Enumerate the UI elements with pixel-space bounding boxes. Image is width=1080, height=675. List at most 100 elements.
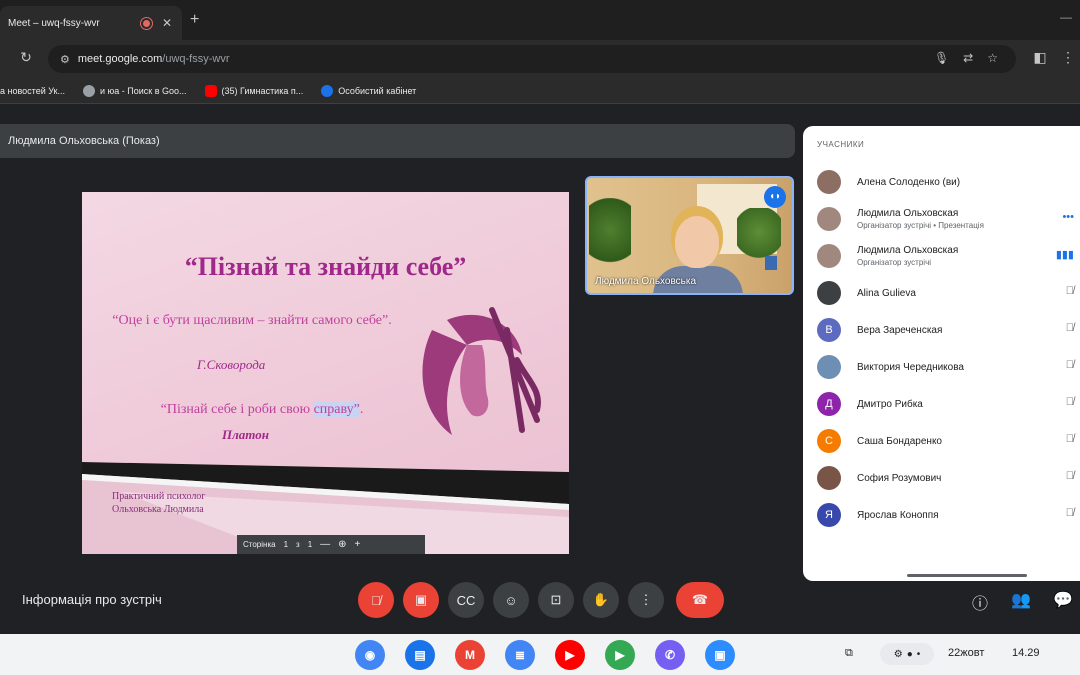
mic-off-button[interactable]: 🎙̸: [358, 582, 394, 618]
hang-up-icon: ☎: [691, 592, 709, 607]
meeting-info-label[interactable]: Інформація про зустріч: [22, 592, 162, 607]
participant-row[interactable]: С Саша Бондаренко 🎙̸: [817, 423, 1080, 459]
pdf-page-sep: з: [296, 540, 300, 549]
reload-icon[interactable]: ↻: [16, 49, 36, 66]
bookmark-item[interactable]: (35) Гимнастика п...: [204, 84, 303, 97]
zoom-in-icon[interactable]: ⊕: [338, 539, 346, 550]
zoom-app-icon[interactable]: ▣: [705, 640, 735, 670]
signature-line-1: Практичний психолог: [112, 491, 206, 502]
participant-row[interactable]: Людмила Ольховская Організатор зустрічі ▮▮…: [817, 238, 1080, 274]
docs-app-icon[interactable]: ≣: [505, 640, 535, 670]
avatar: [817, 466, 841, 490]
translate-icon[interactable]: ⇄: [963, 51, 973, 65]
gmail-app-icon[interactable]: M: [455, 640, 485, 670]
people-icon[interactable]: 👥: [1010, 590, 1032, 610]
camera-off-button[interactable]: ▣: [403, 582, 439, 618]
avatar: С: [817, 429, 841, 453]
url-host: meet.google.com: [77, 53, 163, 65]
participant-text: Дмитро Рибка: [857, 399, 923, 410]
audio-level-icon: ▮▮▮: [1055, 249, 1074, 261]
minimize-icon[interactable]: —: [1060, 10, 1072, 24]
bookmark-label: а новостей Ук...: [0, 85, 65, 96]
bookmark-star-icon[interactable]: ☆: [987, 51, 998, 65]
participant-text: Виктория Чередникова: [857, 362, 964, 373]
present-screen-icon: ⊡: [550, 592, 562, 607]
status-tray[interactable]: ⚙ ● •: [880, 643, 934, 665]
participant-row[interactable]: Людмила Ольховская Організатор зустрічі •…: [817, 201, 1080, 237]
presenter-video-tile[interactable]: ◖◗ Людмила Ольховська: [585, 176, 794, 295]
participant-name: Вера Зареченская: [857, 324, 943, 336]
notification-icon: ●: [906, 648, 913, 660]
participant-row[interactable]: Alina Gulieva 🎙̸: [817, 275, 1080, 311]
bookmarks-bar: а новостей Ук... и юа - Поиск в Goo... (…: [0, 78, 1080, 104]
pdf-page-input[interactable]: 1: [284, 540, 288, 549]
menu-icon[interactable]: ⋮: [1058, 49, 1078, 66]
participant-role: Організатор зустрічі: [857, 258, 932, 267]
tab-meet[interactable]: Meet – uwq-fssy-wvr ✕: [0, 6, 182, 40]
present-button[interactable]: ⊡: [538, 582, 574, 618]
bookmark-item[interactable]: а новостей Ук...: [0, 86, 65, 96]
participant-row[interactable]: София Розумович 🎙̸: [817, 460, 1080, 496]
bookmark-label: Особистий кабінет: [338, 85, 417, 96]
video-pot: [765, 256, 777, 270]
new-tab-button[interactable]: +: [190, 11, 199, 29]
clock-label[interactable]: 14.29: [1012, 647, 1040, 659]
google-icon: [82, 84, 95, 97]
address-bar[interactable]: ⚙ meet.google.com/uwq-fssy-wvr 🎙 ⇄ ☆: [48, 45, 1016, 73]
tab-close-icon[interactable]: ✕: [158, 16, 176, 30]
mic-off-icon: 🎙̸: [371, 592, 381, 608]
quote-2-text: “Пізнай себе і роби свою: [160, 402, 314, 417]
date-label[interactable]: 22жовт: [948, 647, 984, 659]
tab-title: Meet – uwq-fssy-wvr: [8, 17, 100, 29]
play-store-app-icon[interactable]: ▶: [605, 640, 635, 670]
more-options-icon[interactable]: •••: [1062, 211, 1074, 223]
participant-row[interactable]: Д Дмитро Рибка 🎙̸: [817, 386, 1080, 422]
participant-name: Ярослав Коноппя: [857, 509, 939, 521]
leave-call-button[interactable]: ☎: [676, 582, 724, 618]
participant-row[interactable]: Виктория Чередникова 🎙̸: [817, 349, 1080, 385]
participant-text: Людмила Ольховская Організатор зустрічі: [857, 245, 958, 267]
camera-off-icon: ▣: [414, 592, 428, 607]
site-info-icon[interactable]: ⚙: [60, 53, 70, 66]
participant-text: Саша Бондаренко: [857, 436, 942, 447]
slide-quote-1: “Оце і є бути щасливим – знайти самого с…: [112, 313, 392, 328]
woman-face-illustration: [422, 307, 541, 435]
quote-2-end: .: [359, 402, 364, 417]
participant-row[interactable]: Алена Солоденко (ви): [817, 164, 1080, 200]
cabinet-icon: [321, 84, 334, 97]
raise-hand-button[interactable]: ✋: [583, 582, 619, 618]
avatar: В: [817, 318, 841, 342]
fit-page-icon[interactable]: +: [355, 539, 361, 550]
browser-tabstrip: Meet – uwq-fssy-wvr ✕ + —: [0, 0, 1080, 40]
participant-row[interactable]: Я Ярослав Коноппя 🎙̸: [817, 497, 1080, 533]
participant-name: Виктория Чередникова: [857, 361, 964, 373]
participant-text: Вера Зареченская: [857, 325, 942, 336]
zoom-out-icon[interactable]: —: [320, 539, 330, 550]
slide-author-1: Г.Сковорода: [197, 357, 266, 372]
captions-button[interactable]: CC: [448, 582, 484, 618]
emoji-icon: ☺: [504, 592, 518, 608]
mic-muted-icon: 🎙̸: [1065, 470, 1074, 482]
participant-text: Alina Gulieva: [857, 288, 916, 299]
more-options-button[interactable]: ⋮: [628, 582, 664, 618]
chrome-app-icon[interactable]: ◉: [355, 640, 385, 670]
bookmark-item[interactable]: и юа - Поиск в Goo...: [82, 84, 187, 97]
youtube-icon: [204, 84, 217, 97]
participant-text: София Розумович: [857, 473, 941, 484]
mic-icon[interactable]: 🎙: [934, 51, 949, 65]
meeting-details-icon[interactable]: ⓘ: [969, 590, 991, 614]
bookmark-item[interactable]: Особистий кабінет: [321, 84, 417, 97]
reactions-button[interactable]: ☺: [493, 582, 529, 618]
chat-icon[interactable]: 💬: [1052, 590, 1074, 610]
viber-app-icon[interactable]: ✆: [655, 640, 685, 670]
extensions-icon[interactable]: ◧: [1030, 49, 1050, 66]
avatar: Д: [817, 392, 841, 416]
files-app-icon[interactable]: ▤: [405, 640, 435, 670]
youtube-app-icon[interactable]: ▶: [555, 640, 585, 670]
mic-muted-icon: 🎙̸: [1065, 396, 1074, 408]
panel-scrollbar[interactable]: [907, 574, 1027, 577]
pdf-toolbar: Сторінка 1 з 1 — ⊕ +: [237, 535, 425, 554]
screen-capture-icon[interactable]: ⧉: [845, 647, 853, 660]
slide-author-2: Платон: [222, 427, 269, 442]
participant-row[interactable]: В Вера Зареченская 🎙̸: [817, 312, 1080, 348]
